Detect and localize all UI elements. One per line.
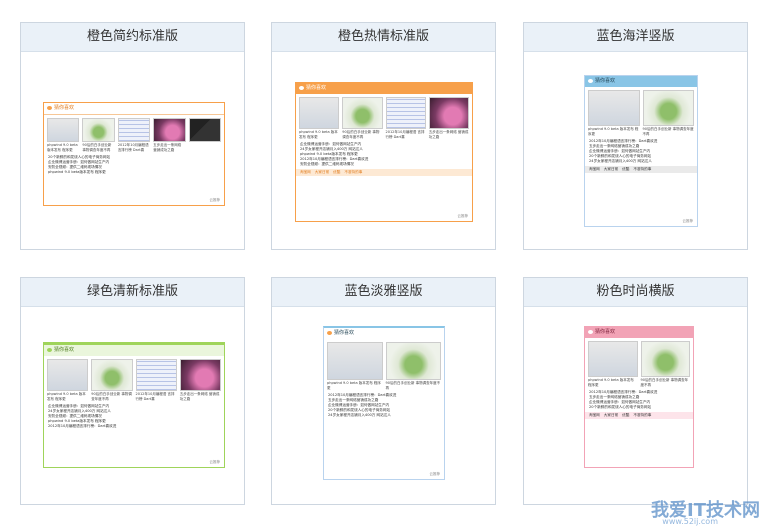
card-title: 蓝色淡雅竖版 — [272, 278, 495, 307]
card-title: 橙色热情标准版 — [272, 23, 495, 52]
site-watermark-url: www.52ij.com — [662, 517, 718, 526]
template-card-orange-simple[interactable]: 橙色简约标准版 猜你喜欢 phpwind 9.0 beta 版本发布 程序更 9… — [20, 22, 245, 250]
template-card-green-fresh[interactable]: 绿色清新标准版 猜你喜欢 phpwind 9.0 beta 版本发布 程序更 9… — [20, 277, 245, 505]
preview-widget: 猜你喜欢 phpwind 9.0 beta 版本发布 程序更 90后的白手创业新… — [584, 75, 698, 227]
card-title: 蓝色海洋竖版 — [524, 23, 747, 52]
preview-widget: 猜你喜欢 phpwind 9.0 beta 版本发布 程序更 90后的白手创业新… — [43, 342, 225, 468]
card-title: 橙色简约标准版 — [21, 23, 244, 52]
card-title: 粉色时尚横版 — [524, 278, 747, 307]
template-card-blue-ocean[interactable]: 蓝色海洋竖版 猜你喜欢 phpwind 9.0 beta 版本发布 程序更 90… — [523, 22, 748, 250]
template-card-orange-passion[interactable]: 橙色热情标准版 猜你喜欢 phpwind 9.0 beta 版本发布 程序更 9… — [271, 22, 496, 250]
template-card-pink-fashion[interactable]: 粉色时尚横版 猜你喜欢 phpwind 9.0 beta 版本发布 程序更 90… — [523, 277, 748, 505]
preview-widget: 猜你喜欢 phpwind 9.0 beta 版本发布 程序更 90后的白手创业新… — [584, 326, 694, 468]
card-title: 绿色清新标准版 — [21, 278, 244, 307]
preview-widget: 猜你喜欢 phpwind 9.0 beta 版本发布 程序更 90后的白手创业新… — [323, 326, 445, 480]
template-card-blue-elegant[interactable]: 蓝色淡雅竖版 猜你喜欢 phpwind 9.0 beta 版本发布 程序更 90… — [271, 277, 496, 505]
preview-widget: 猜你喜欢 phpwind 9.0 beta 版本发布 程序更 90后的白手创业新… — [295, 82, 473, 222]
preview-widget: 猜你喜欢 phpwind 9.0 beta 版本发布 程序更 90后的白手创业新… — [43, 102, 225, 206]
